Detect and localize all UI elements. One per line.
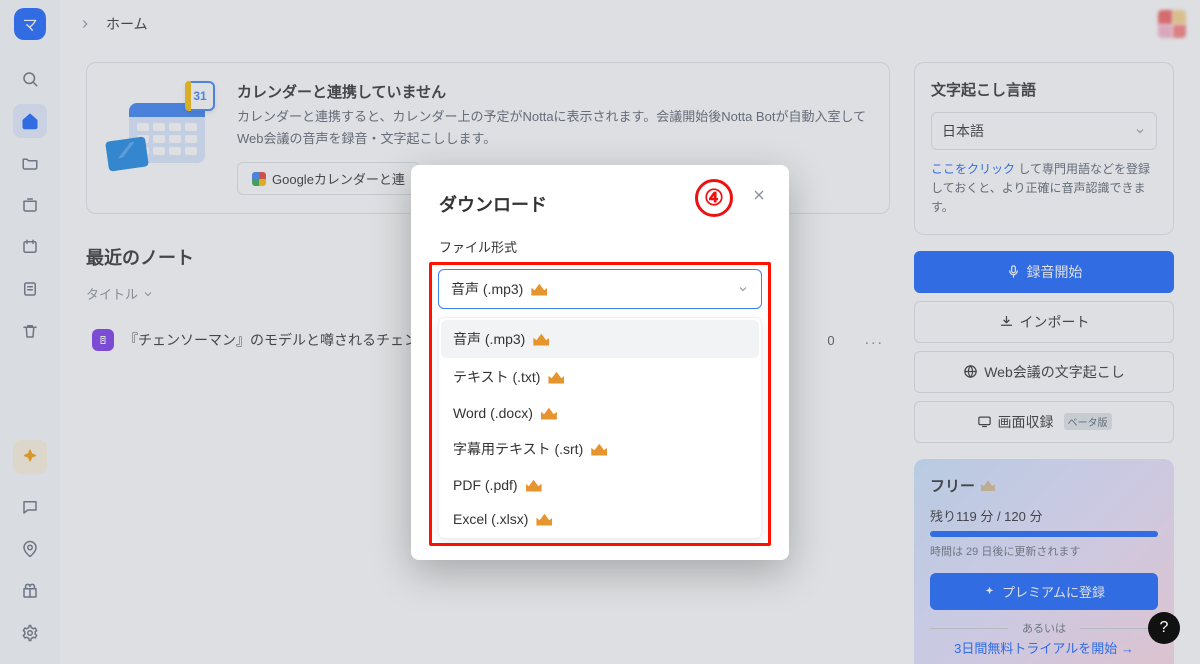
format-option[interactable]: 字幕用テキスト (.srt) bbox=[441, 430, 759, 468]
format-option[interactable]: Word (.docx) bbox=[441, 396, 759, 430]
format-select[interactable]: 音声 (.mp3) bbox=[438, 269, 762, 309]
format-options: 音声 (.mp3) テキスト (.txt) Word (.docx) 字幕用テキ… bbox=[438, 317, 762, 539]
close-button[interactable] bbox=[751, 187, 767, 208]
crown-icon bbox=[541, 407, 557, 420]
format-option[interactable]: テキスト (.txt) bbox=[441, 358, 759, 396]
step-marker: ④ bbox=[695, 179, 733, 217]
chevron-down-icon bbox=[737, 283, 749, 295]
help-button[interactable]: ? bbox=[1148, 612, 1180, 644]
crown-icon bbox=[548, 371, 564, 384]
modal-backdrop[interactable]: ④ ダウンロード ファイル形式 音声 (.mp3) 音声 (.mp3) テキスト… bbox=[0, 0, 1200, 664]
format-option[interactable]: PDF (.pdf) bbox=[441, 468, 759, 502]
format-option[interactable]: 音声 (.mp3) bbox=[441, 320, 759, 358]
crown-icon bbox=[591, 443, 607, 456]
crown-icon bbox=[533, 333, 549, 346]
crown-icon bbox=[531, 283, 547, 296]
highlight-box: 音声 (.mp3) 音声 (.mp3) テキスト (.txt) Word (.d… bbox=[429, 262, 771, 546]
download-modal: ④ ダウンロード ファイル形式 音声 (.mp3) 音声 (.mp3) テキスト… bbox=[411, 165, 789, 560]
format-option[interactable]: Excel (.xlsx) bbox=[441, 502, 759, 536]
crown-icon bbox=[536, 513, 552, 526]
crown-icon bbox=[526, 479, 542, 492]
format-label: ファイル形式 bbox=[439, 237, 761, 256]
